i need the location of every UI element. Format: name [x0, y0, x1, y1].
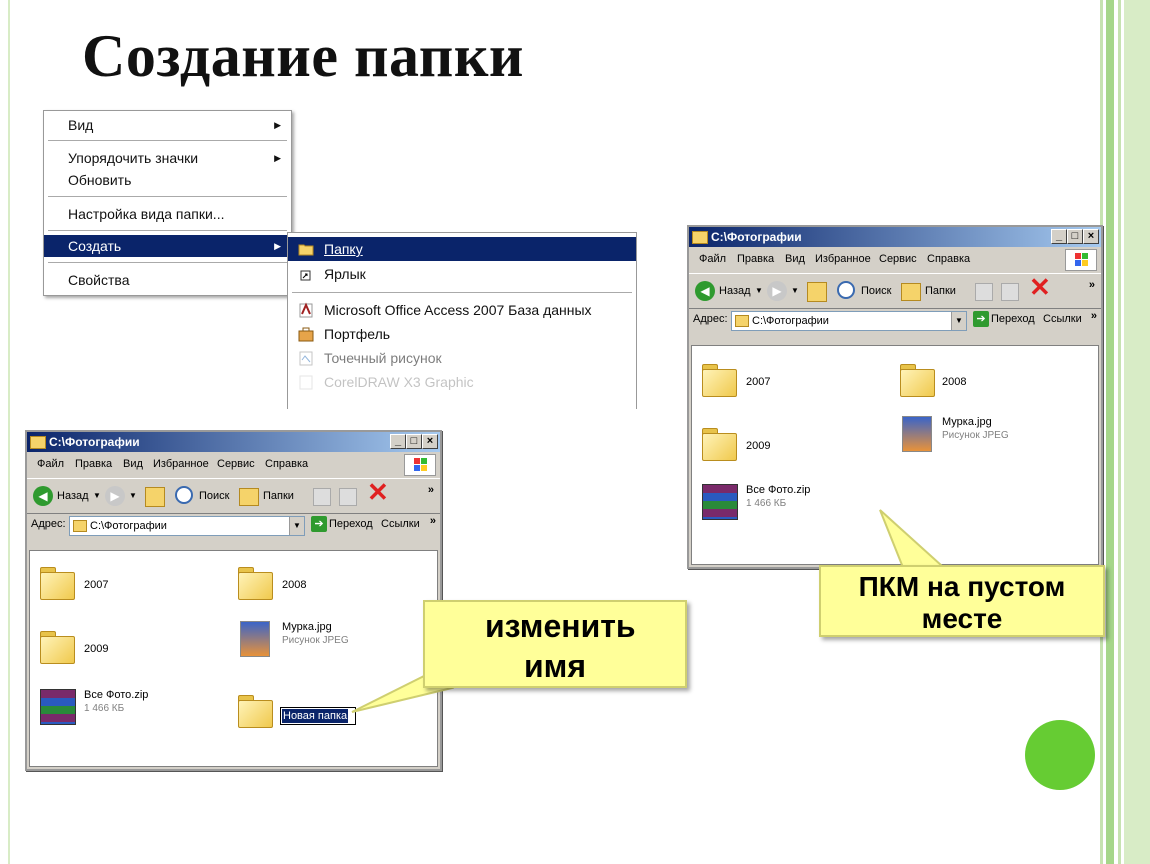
rename-callout: изменить имя: [423, 600, 687, 688]
rmb-callout: ПКМ на пустом месте: [819, 565, 1105, 637]
rmb-callout-text: ПКМ на пустом месте: [858, 571, 1066, 634]
callout-pointers: [351, 509, 955, 713]
rename-callout-text: изменить имя: [485, 608, 636, 684]
decorative-green-circle: [1025, 720, 1095, 790]
